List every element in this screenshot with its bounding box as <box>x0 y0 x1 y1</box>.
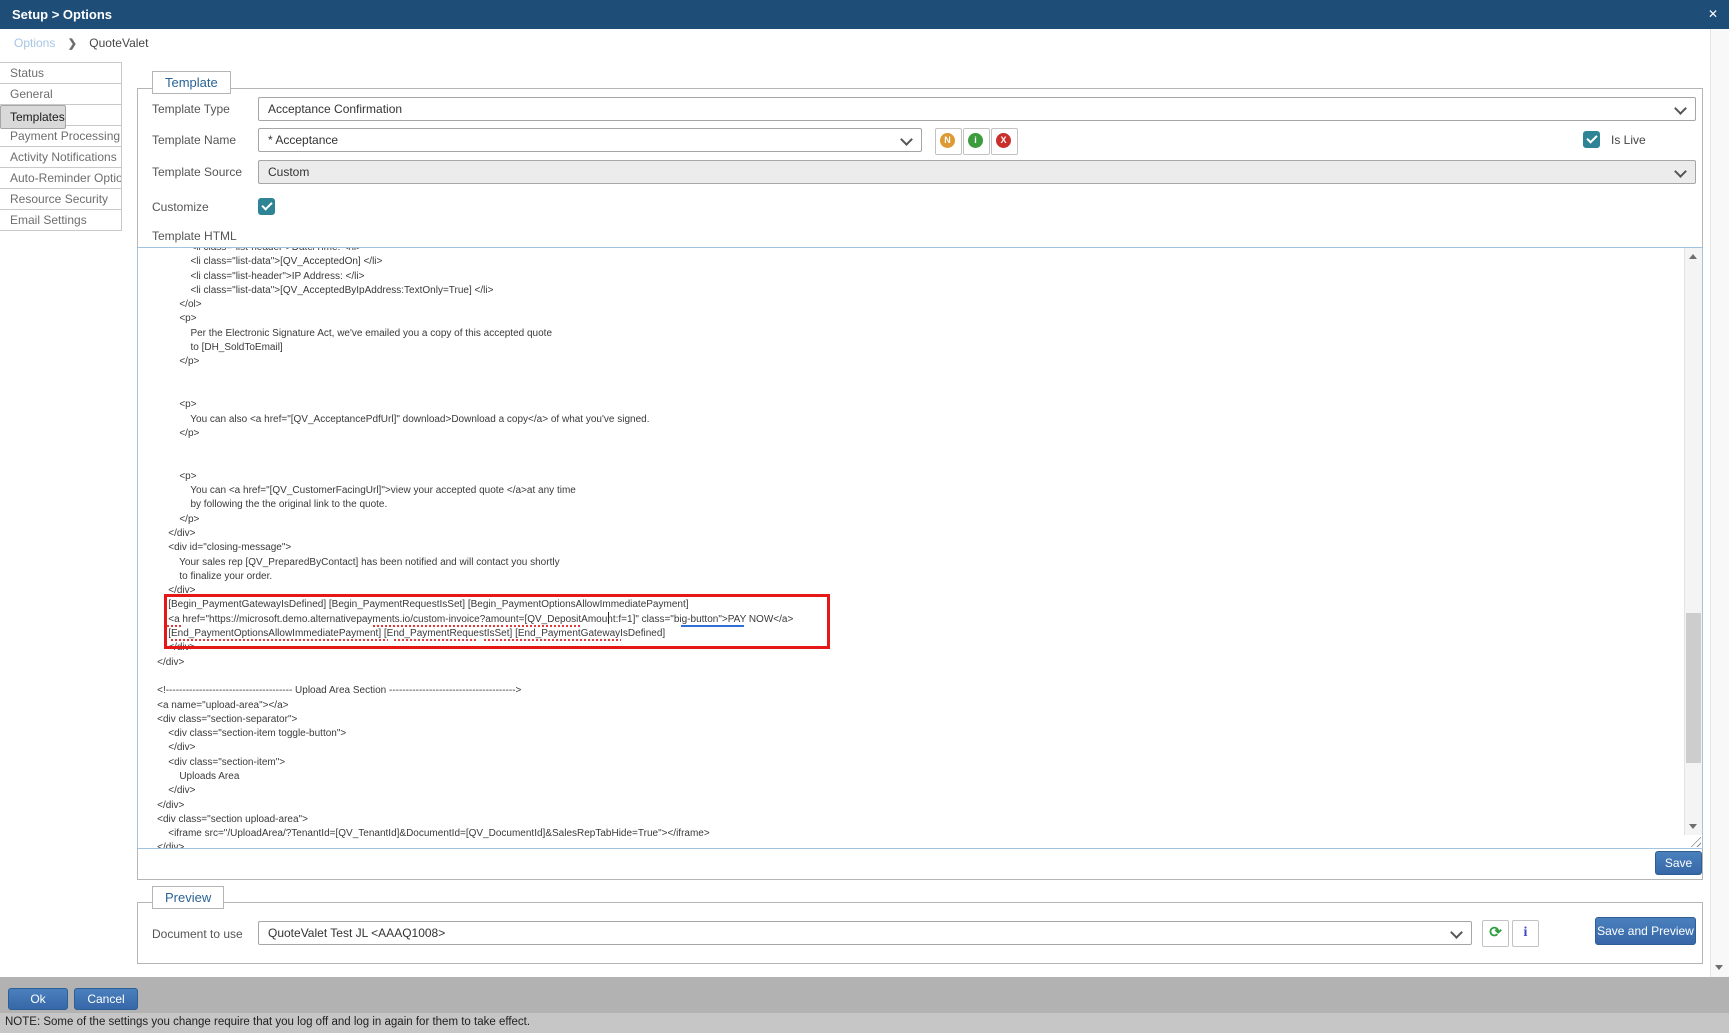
template-legend: Template <box>152 71 231 94</box>
spellcheck-squiggle <box>394 639 478 641</box>
delete-template-button[interactable]: X <box>991 128 1018 155</box>
document-to-use-value: QuoteValet Test JL <AAAQ1008> <box>268 926 445 940</box>
sidebar-item-payment-processing[interactable]: Payment Processing <box>0 126 121 147</box>
refresh-icon: ⟳ <box>1483 921 1508 944</box>
delete-icon: X <box>996 133 1011 148</box>
template-html-code: <li class="list-header">Date/Time: </li>… <box>138 248 1685 848</box>
editor-scrollbar-thumb[interactable] <box>1686 613 1701 763</box>
sidebar-item-activity-notifications[interactable]: Activity Notifications <box>0 147 121 168</box>
info-icon: i <box>1513 921 1538 944</box>
scroll-down-icon[interactable] <box>1689 824 1697 829</box>
template-name-value: * Acceptance <box>268 133 338 147</box>
spellcheck-squiggle <box>484 639 621 641</box>
title-bar: Setup > Options ✕ <box>0 0 1729 29</box>
breadcrumb-options-link[interactable]: Options <box>14 36 55 50</box>
new-icon: N <box>940 133 955 148</box>
template-source-label: Template Source <box>152 165 242 179</box>
template-name-label: Template Name <box>152 133 236 147</box>
template-type-select[interactable]: Acceptance Confirmation <box>258 97 1696 121</box>
template-source-value: Custom <box>268 165 309 179</box>
setup-options-window: Setup > Options ✕ Options ❯ QuoteValet S… <box>0 0 1729 1033</box>
info-icon: i <box>968 133 983 148</box>
save-button[interactable]: Save <box>1655 851 1702 875</box>
is-live-label: Is Live <box>1611 133 1646 147</box>
breadcrumb-current: QuoteValet <box>89 36 148 50</box>
customize-checkbox[interactable] <box>258 198 275 215</box>
scroll-up-icon[interactable] <box>1689 254 1697 259</box>
ok-button[interactable]: Ok <box>8 988 68 1010</box>
sidebar-item-resource-security[interactable]: Resource Security <box>0 189 121 210</box>
save-and-preview-button[interactable]: Save and Preview <box>1595 917 1696 945</box>
text-cursor <box>608 612 609 624</box>
template-html-label: Template HTML <box>152 229 237 243</box>
editor-scrollbar[interactable] <box>1684 248 1702 835</box>
document-info-button[interactable]: i <box>1512 920 1539 947</box>
chevron-down-icon <box>1674 165 1687 178</box>
note-text: NOTE: Some of the settings you change re… <box>5 1016 530 1028</box>
resize-handle-icon[interactable] <box>1688 834 1701 847</box>
spellcheck-squiggle <box>171 639 388 641</box>
customize-label: Customize <box>152 200 209 214</box>
breadcrumb: Options ❯ QuoteValet <box>14 36 148 50</box>
sidebar-item-general[interactable]: General <box>0 84 121 105</box>
spellcheck-squiggle <box>373 625 503 627</box>
document-to-use-label: Document to use <box>152 927 243 941</box>
chevron-down-icon <box>1450 926 1463 939</box>
template-type-label: Template Type <box>152 102 230 116</box>
preview-legend: Preview <box>152 886 224 909</box>
template-source-select[interactable]: Custom <box>258 160 1696 184</box>
close-icon[interactable]: ✕ <box>1708 7 1718 21</box>
sidebar: StatusGeneralTemplatesSite FilesPayment … <box>0 62 122 231</box>
template-type-value: Acceptance Confirmation <box>268 102 402 116</box>
template-name-select[interactable]: * Acceptance <box>258 128 922 152</box>
footer-bar: Ok Cancel <box>0 977 1729 1013</box>
template-html-editor[interactable]: <li class="list-header">Date/Time: </li>… <box>137 247 1703 849</box>
sidebar-item-auto-reminder-options[interactable]: Auto-Reminder Options <box>0 168 121 189</box>
page-scrollbar[interactable] <box>1710 29 1729 977</box>
sidebar-item-templates[interactable]: Templates <box>0 105 66 129</box>
sidebar-item-email-settings[interactable]: Email Settings <box>0 210 121 231</box>
chevron-down-icon <box>1674 102 1687 115</box>
chevron-down-icon <box>900 133 913 146</box>
is-live-checkbox[interactable] <box>1583 131 1600 148</box>
big-button-underline <box>681 625 744 627</box>
sidebar-item-status[interactable]: Status <box>0 63 121 84</box>
scroll-down-icon[interactable] <box>1715 965 1723 970</box>
refresh-documents-button[interactable]: ⟳ <box>1482 920 1509 947</box>
template-info-button[interactable]: i <box>963 128 990 155</box>
cancel-button[interactable]: Cancel <box>74 988 138 1010</box>
new-template-button[interactable]: N <box>935 128 962 155</box>
page-title: Setup > Options <box>12 7 112 22</box>
note-bar: NOTE: Some of the settings you change re… <box>0 1013 1729 1033</box>
template-html-viewport: <li class="list-header">Date/Time: </li>… <box>138 248 1685 848</box>
document-to-use-select[interactable]: QuoteValet Test JL <AAAQ1008> <box>258 921 1472 945</box>
spellcheck-squiggle <box>506 625 581 627</box>
spellcheck-squiggle <box>167 625 181 627</box>
chevron-right-icon: ❯ <box>68 38 77 50</box>
